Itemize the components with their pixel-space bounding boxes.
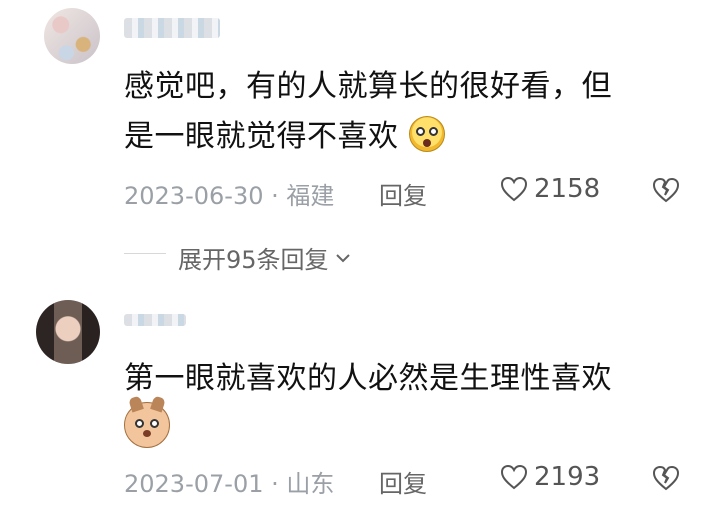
comment-location: 山东 bbox=[286, 470, 335, 498]
meta-separator: · bbox=[263, 470, 287, 498]
comment-text-line-2: 是一眼就觉得不喜欢 bbox=[124, 112, 612, 162]
avatar[interactable] bbox=[44, 8, 100, 64]
like-button[interactable]: 2158 bbox=[500, 174, 600, 204]
meta-separator: · bbox=[263, 182, 287, 210]
expand-divider bbox=[124, 253, 166, 254]
like-count: 2193 bbox=[534, 462, 601, 492]
username[interactable] bbox=[124, 18, 220, 38]
username[interactable] bbox=[124, 314, 186, 326]
comment-date: 2023-07-01 bbox=[124, 470, 264, 498]
chevron-down-icon bbox=[335, 253, 350, 262]
comment-location: 福建 bbox=[286, 182, 335, 210]
like-count: 2158 bbox=[534, 174, 601, 204]
heart-icon bbox=[500, 464, 528, 490]
reply-button[interactable]: 回复 bbox=[379, 176, 427, 211]
heart-icon bbox=[500, 176, 528, 202]
comment-text: 第一眼就喜欢的人必然是生理性喜欢 bbox=[124, 361, 612, 396]
expand-replies-label: 展开95条回复 bbox=[178, 246, 329, 274]
cat-emoji-icon bbox=[124, 402, 170, 448]
broken-heart-icon[interactable] bbox=[652, 177, 680, 203]
comment-text-line-1: 感觉吧，有的人就算长的很好看，但 bbox=[124, 69, 612, 104]
comment-text: 感觉吧，有的人就算长的很好看，但 是一眼就觉得不喜欢 bbox=[124, 62, 612, 162]
comment-meta: 2023-07-01 · 山东 bbox=[124, 464, 334, 499]
astonished-emoji-icon bbox=[408, 116, 445, 152]
reply-button[interactable]: 回复 bbox=[379, 464, 427, 499]
expand-replies-button[interactable]: 展开95条回复 bbox=[178, 240, 353, 275]
like-button[interactable]: 2193 bbox=[500, 462, 600, 492]
broken-heart-icon[interactable] bbox=[652, 465, 680, 491]
avatar[interactable] bbox=[36, 300, 100, 364]
comment-date: 2023-06-30 bbox=[124, 182, 264, 210]
comment-meta: 2023-06-30 · 福建 bbox=[124, 176, 334, 211]
